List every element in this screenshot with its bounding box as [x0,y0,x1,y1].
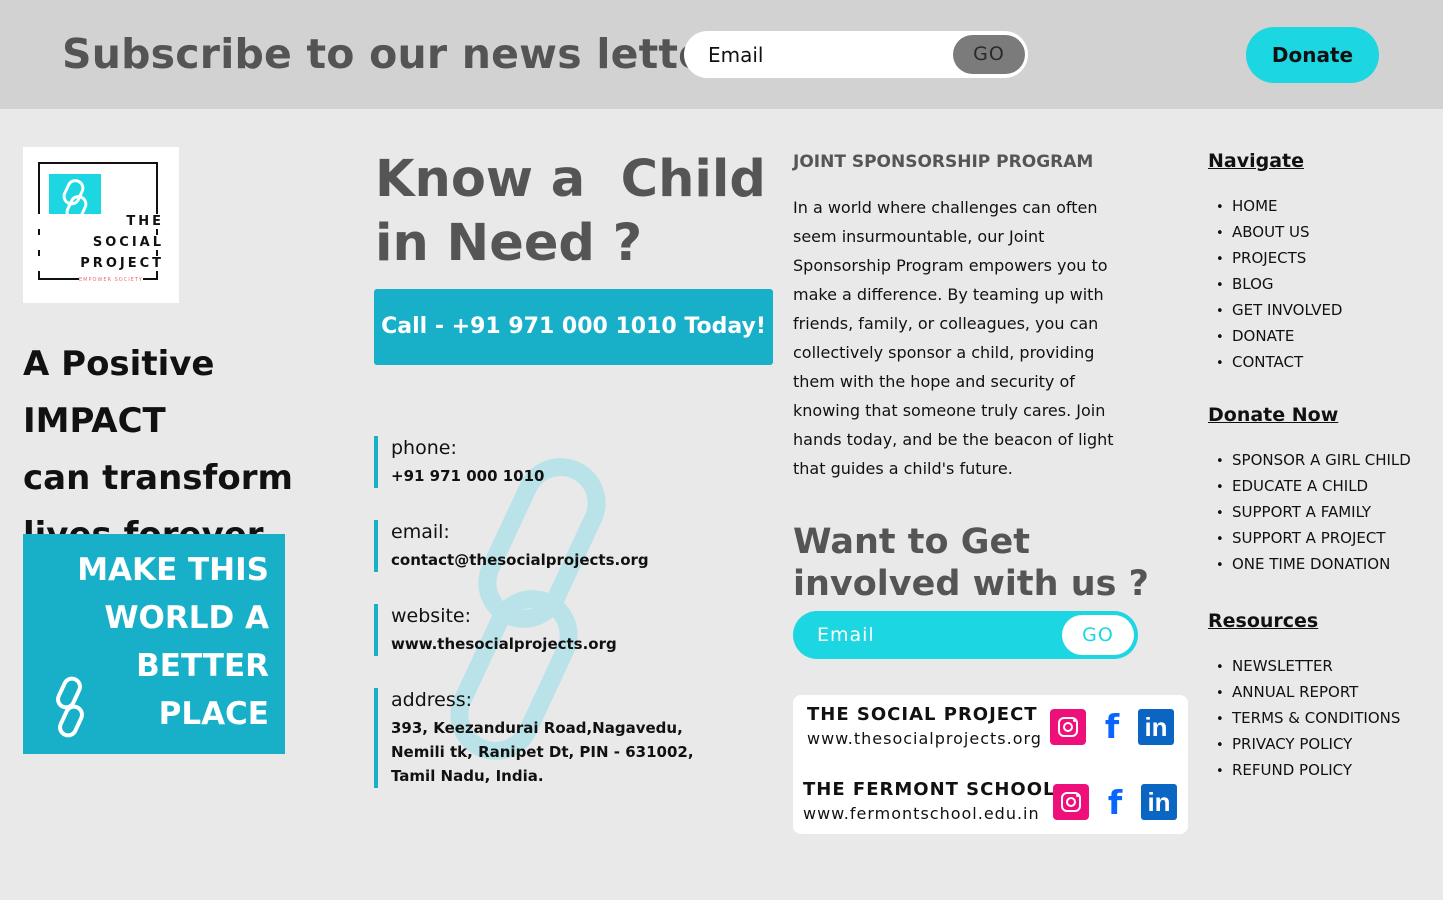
nav-link-donate[interactable]: DONATE [1216,324,1342,350]
org-name-fermont-school: THE FERMONT SCHOOL [803,779,1056,800]
nav-link-projects[interactable]: PROJECTS [1216,246,1342,272]
tagline-line: A Positive IMPACT [23,344,215,441]
phone-value[interactable]: +91 971 000 1010 [391,464,544,488]
involved-email-input[interactable] [817,621,1037,649]
contact-website: website: www.thesocialprojects.org [374,604,617,656]
nav-link-contact[interactable]: CONTACT [1216,350,1342,376]
contact-address: address: 393, Keezandurai Road,Nagavedu,… [374,688,694,788]
contact-email: email: contact@thesocialprojects.org [374,520,649,572]
nav-link-home[interactable]: HOME [1216,194,1342,220]
nav-link-about-us[interactable]: ABOUT US [1216,220,1342,246]
resource-link-privacy[interactable]: PRIVACY POLICY [1216,732,1400,758]
newsletter-email-input[interactable] [708,40,938,69]
get-involved-heading: Want to Get involved with us ? [793,521,1153,605]
nav-link-get-involved[interactable]: GET INVOLVED [1216,298,1342,324]
banner-line: PLACE [158,696,269,732]
donate-button[interactable]: Donate [1246,27,1379,83]
logo-text-the: THE [23,214,164,229]
org-url-fermont-school[interactable]: www.fermontschool.edu.in [803,804,1040,823]
resource-link-terms[interactable]: TERMS & CONDITIONS [1216,706,1400,732]
banner-line: BETTER [136,648,269,684]
involved-go-button[interactable]: GO [1062,615,1134,655]
better-world-banner: MAKE THIS WORLD A BETTER PLACE [23,534,285,754]
donate-link-sponsor-girl-child[interactable]: SPONSOR A GIRL CHILD [1216,448,1411,474]
know-a-child-heading: Know a Child in Need ? [375,148,775,276]
heading-line: Know a Child [375,150,766,209]
heading-line: Want to Get [793,522,1030,562]
heading-line: involved with us ? [793,564,1149,604]
address-line: 393, Keezandurai Road,Nagavedu, [391,719,683,737]
resources-heading: Resources [1208,610,1319,632]
newsletter-title: Subscribe to our news letter [62,30,727,78]
email-label: email: [391,521,450,543]
address-line: Tamil Nadu, India. [391,767,544,785]
newsletter-go-button[interactable]: GO [953,35,1025,74]
facebook-icon[interactable]: f [1103,786,1127,820]
donate-now-heading: Donate Now [1208,404,1339,426]
navigate-heading: Navigate [1208,150,1305,172]
phone-label: phone: [391,437,457,459]
facebook-icon[interactable]: f [1100,710,1124,744]
address-line: Nemili tk, Ranipet Dt, PIN - 631002, [391,743,694,761]
logo-text-social: SOCIAL [23,235,164,250]
nav-link-blog[interactable]: BLOG [1216,272,1342,298]
instagram-icon[interactable] [1053,784,1089,820]
donate-link-one-time[interactable]: ONE TIME DONATION [1216,552,1411,578]
newsletter-bar: Subscribe to our news letter GO Donate [0,0,1443,109]
logo[interactable]: THE SOCIAL PROJECT EMPOWER SOCIETY [23,147,179,303]
tagline-line: can transform [23,458,293,498]
heading-line: in Need ? [375,214,643,273]
chain-link-icon [56,676,84,738]
impact-tagline: A Positive IMPACT can transform lives fo… [23,336,363,564]
donate-link-support-family[interactable]: SUPPORT A FAMILY [1216,500,1411,526]
banner-line: MAKE THIS [77,552,269,588]
resource-link-refund[interactable]: REFUND POLICY [1216,758,1400,784]
website-value[interactable]: www.thesocialprojects.org [391,632,617,656]
logo-subtitle: EMPOWER SOCIETY [79,277,143,283]
resource-link-newsletter[interactable]: NEWSLETTER [1216,654,1400,680]
org-name-social-project: THE SOCIAL PROJECT [807,704,1038,725]
sponsorship-title: JOINT SPONSORSHIP PROGRAM [793,152,1094,172]
website-label: website: [391,605,472,627]
donate-link-support-project[interactable]: SUPPORT A PROJECT [1216,526,1411,552]
linkedin-icon[interactable]: in [1141,784,1177,820]
email-value[interactable]: contact@thesocialprojects.org [391,548,649,572]
donate-link-educate-child[interactable]: EDUCATE A CHILD [1216,474,1411,500]
address-label: address: [391,689,473,711]
instagram-icon[interactable] [1050,709,1086,745]
contact-phone: phone: +91 971 000 1010 [374,436,544,488]
banner-line: WORLD A [104,600,269,636]
call-today-button[interactable]: Call - +91 971 000 1010 Today! [374,289,773,365]
donate-now-list: SPONSOR A GIRL CHILD EDUCATE A CHILD SUP… [1216,448,1411,578]
resource-link-annual-report[interactable]: ANNUAL REPORT [1216,680,1400,706]
resources-list: NEWSLETTER ANNUAL REPORT TERMS & CONDITI… [1216,654,1400,784]
navigate-list: HOME ABOUT US PROJECTS BLOG GET INVOLVED… [1216,194,1342,376]
social-links-card: THE SOCIAL PROJECT www.thesocialprojects… [793,695,1188,834]
org-url-social-project[interactable]: www.thesocialprojects.org [807,729,1042,748]
logo-text-project: PROJECT [23,256,164,271]
linkedin-icon[interactable]: in [1138,709,1174,745]
sponsorship-description: In a world where challenges can often se… [793,198,1114,478]
